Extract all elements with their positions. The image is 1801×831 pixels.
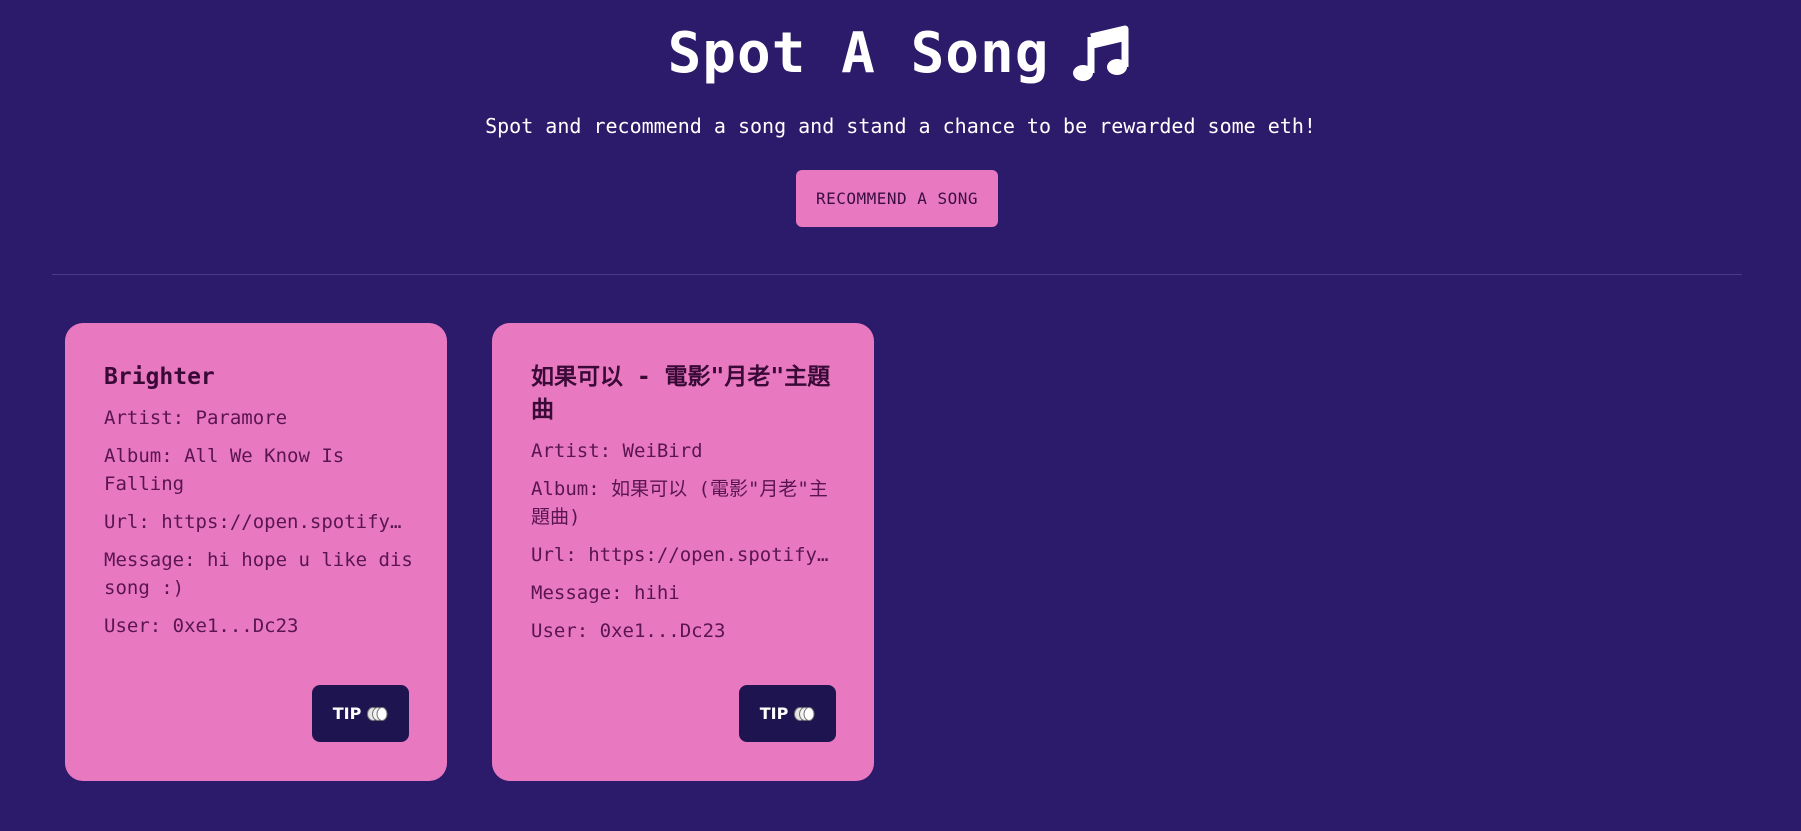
song-message: Message: hi hope u like dis song :) [104,549,413,599]
tip-button[interactable]: TIP [739,685,836,742]
song-album: Album: 如果可以 (電影"月老"主題曲) [531,478,828,528]
tip-button-label: TIP [332,704,362,723]
song-card: Brighter Artist: Paramore Album: All We … [65,323,447,781]
music-note-icon [1071,23,1133,85]
title-row: Spot A Song [0,18,1801,90]
song-card-body: Brighter Artist: Paramore Album: All We … [104,361,416,650]
song-title: Brighter [104,364,215,390]
song-title: 如果可以 - 電影"月老"主題曲 [531,364,831,423]
coins-icon [366,706,388,722]
page-subtitle: Spot and recommend a song and stand a ch… [485,114,1316,138]
coins-icon [793,706,815,722]
song-artist: Artist: Paramore [104,407,288,429]
song-message: Message: hihi [531,582,680,604]
song-album: Album: All We Know Is Falling [104,445,345,495]
recommend-song-button[interactable]: RECOMMEND A SONG [796,170,998,227]
song-user: User: 0xe1...Dc23 [104,615,299,637]
song-card: 如果可以 - 電影"月老"主題曲 Artist: WeiBird Album: … [492,323,874,781]
song-url[interactable]: Url: https://open.spotify.com [104,508,404,536]
song-artist: Artist: WeiBird [531,440,703,462]
song-url[interactable]: Url: https://open.spotify.com [531,541,831,569]
divider [52,274,1742,275]
page-title: Spot A Song [667,21,1050,86]
tip-button[interactable]: TIP [312,685,409,742]
song-card-body: 如果可以 - 電影"月老"主題曲 Artist: WeiBird Album: … [531,361,843,655]
tip-button-label: TIP [759,704,789,723]
song-user: User: 0xe1...Dc23 [531,620,726,642]
